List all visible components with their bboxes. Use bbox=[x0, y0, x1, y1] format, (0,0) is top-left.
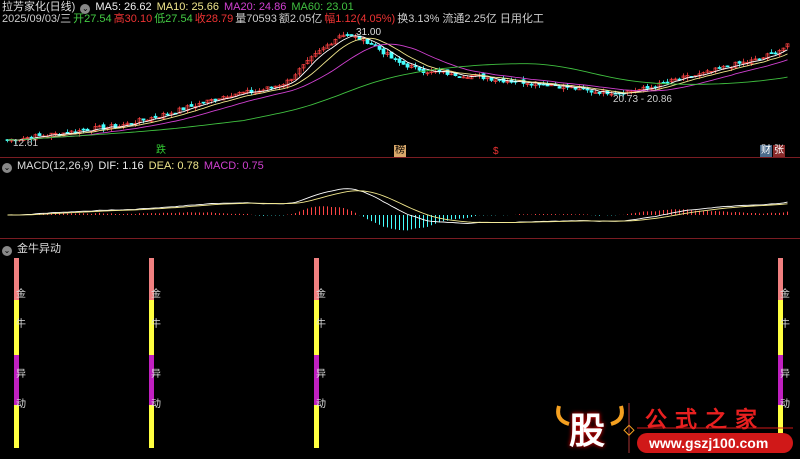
candle bbox=[717, 67, 722, 69]
candle bbox=[189, 104, 194, 107]
candle bbox=[645, 86, 650, 89]
candle bbox=[377, 45, 382, 50]
range-label: 20.73 - 20.86 bbox=[613, 94, 672, 105]
dif-line bbox=[7, 188, 788, 224]
panel-divider bbox=[0, 238, 800, 239]
candle bbox=[725, 65, 730, 68]
dif-label: DIF: 1.16 bbox=[98, 160, 144, 172]
candle bbox=[181, 107, 186, 111]
watermark-logo: 股 公式之家 www.gszj100.com bbox=[555, 398, 795, 456]
candle bbox=[773, 52, 778, 55]
signal-label: 异 bbox=[16, 369, 26, 380]
candle bbox=[757, 58, 762, 61]
indicator-label: 金牛异动 bbox=[17, 243, 61, 255]
site-url: www.gszj100.com bbox=[649, 435, 769, 451]
panel-divider bbox=[0, 157, 800, 158]
high-label: 31.00 bbox=[356, 27, 382, 38]
signal-label: 异 bbox=[316, 369, 326, 380]
candle bbox=[165, 113, 170, 116]
candle bbox=[457, 76, 462, 78]
signal-label: 牛 bbox=[780, 319, 790, 330]
low-label: 12.61 bbox=[13, 138, 39, 149]
chevron-down-icon[interactable]: ⌄ bbox=[2, 163, 12, 173]
signal-label: 异 bbox=[151, 369, 161, 380]
candle bbox=[201, 101, 206, 104]
macd-label: MACD(12,26,9) bbox=[17, 160, 94, 172]
signal-label: 金 bbox=[780, 289, 790, 300]
signal-label: 牛 bbox=[16, 319, 26, 330]
signal-bar-segment bbox=[149, 405, 154, 448]
candle bbox=[37, 133, 42, 136]
signal-bar-segment bbox=[314, 405, 319, 448]
candle bbox=[489, 77, 494, 81]
candle bbox=[381, 48, 386, 55]
candle bbox=[393, 58, 398, 60]
signal-label: 金 bbox=[316, 289, 326, 300]
signal-label: 异 bbox=[780, 369, 790, 380]
dea-line bbox=[7, 190, 788, 223]
chart-canvas[interactable] bbox=[0, 0, 800, 459]
candle bbox=[665, 81, 670, 84]
event-tag[interactable]: 财 bbox=[760, 145, 772, 157]
candle bbox=[397, 58, 402, 63]
candle bbox=[573, 87, 578, 90]
macd-header: ⌄ MACD(12,26,9) DIF: 1.16 DEA: 0.78 MACD: 0.… bbox=[2, 160, 269, 173]
signal-label: 金 bbox=[151, 289, 161, 300]
logo-glyph: 股 bbox=[569, 410, 606, 451]
signal-label: 牛 bbox=[151, 319, 161, 330]
signal-bar-segment bbox=[14, 405, 19, 448]
candle bbox=[737, 61, 742, 64]
site-name: 公式之家 bbox=[645, 407, 766, 432]
candle bbox=[589, 90, 594, 93]
candle bbox=[153, 115, 158, 118]
candle bbox=[401, 61, 406, 65]
candle bbox=[369, 43, 374, 45]
candle bbox=[269, 86, 274, 89]
candle bbox=[405, 63, 410, 68]
macd-value: MACD: 0.75 bbox=[203, 160, 264, 172]
event-tag[interactable]: 张 bbox=[773, 145, 785, 157]
candle bbox=[81, 128, 86, 131]
candle bbox=[345, 34, 350, 36]
candle bbox=[365, 39, 370, 44]
signal-label: 金 bbox=[16, 289, 26, 300]
candle bbox=[417, 67, 422, 71]
signal-label: 动 bbox=[151, 399, 161, 410]
candle bbox=[597, 91, 602, 94]
candle bbox=[413, 65, 418, 68]
indicator-header: ⌄ 金牛异动 bbox=[2, 243, 66, 256]
candle bbox=[529, 83, 534, 86]
event-tag[interactable]: 跌 bbox=[155, 145, 167, 157]
dea-label: DEA: 0.78 bbox=[148, 160, 199, 172]
candle bbox=[769, 52, 774, 55]
signal-label: 牛 bbox=[316, 319, 326, 330]
candle bbox=[349, 34, 354, 36]
candle bbox=[213, 98, 218, 101]
chevron-down-icon[interactable]: ⌄ bbox=[2, 246, 12, 256]
signal-label: 动 bbox=[316, 399, 326, 410]
candle bbox=[585, 88, 590, 91]
signal-label: 动 bbox=[16, 399, 26, 410]
event-tag[interactable]: 榜 bbox=[394, 145, 406, 157]
candle bbox=[557, 86, 562, 89]
candle bbox=[141, 118, 146, 121]
candle bbox=[129, 123, 134, 125]
